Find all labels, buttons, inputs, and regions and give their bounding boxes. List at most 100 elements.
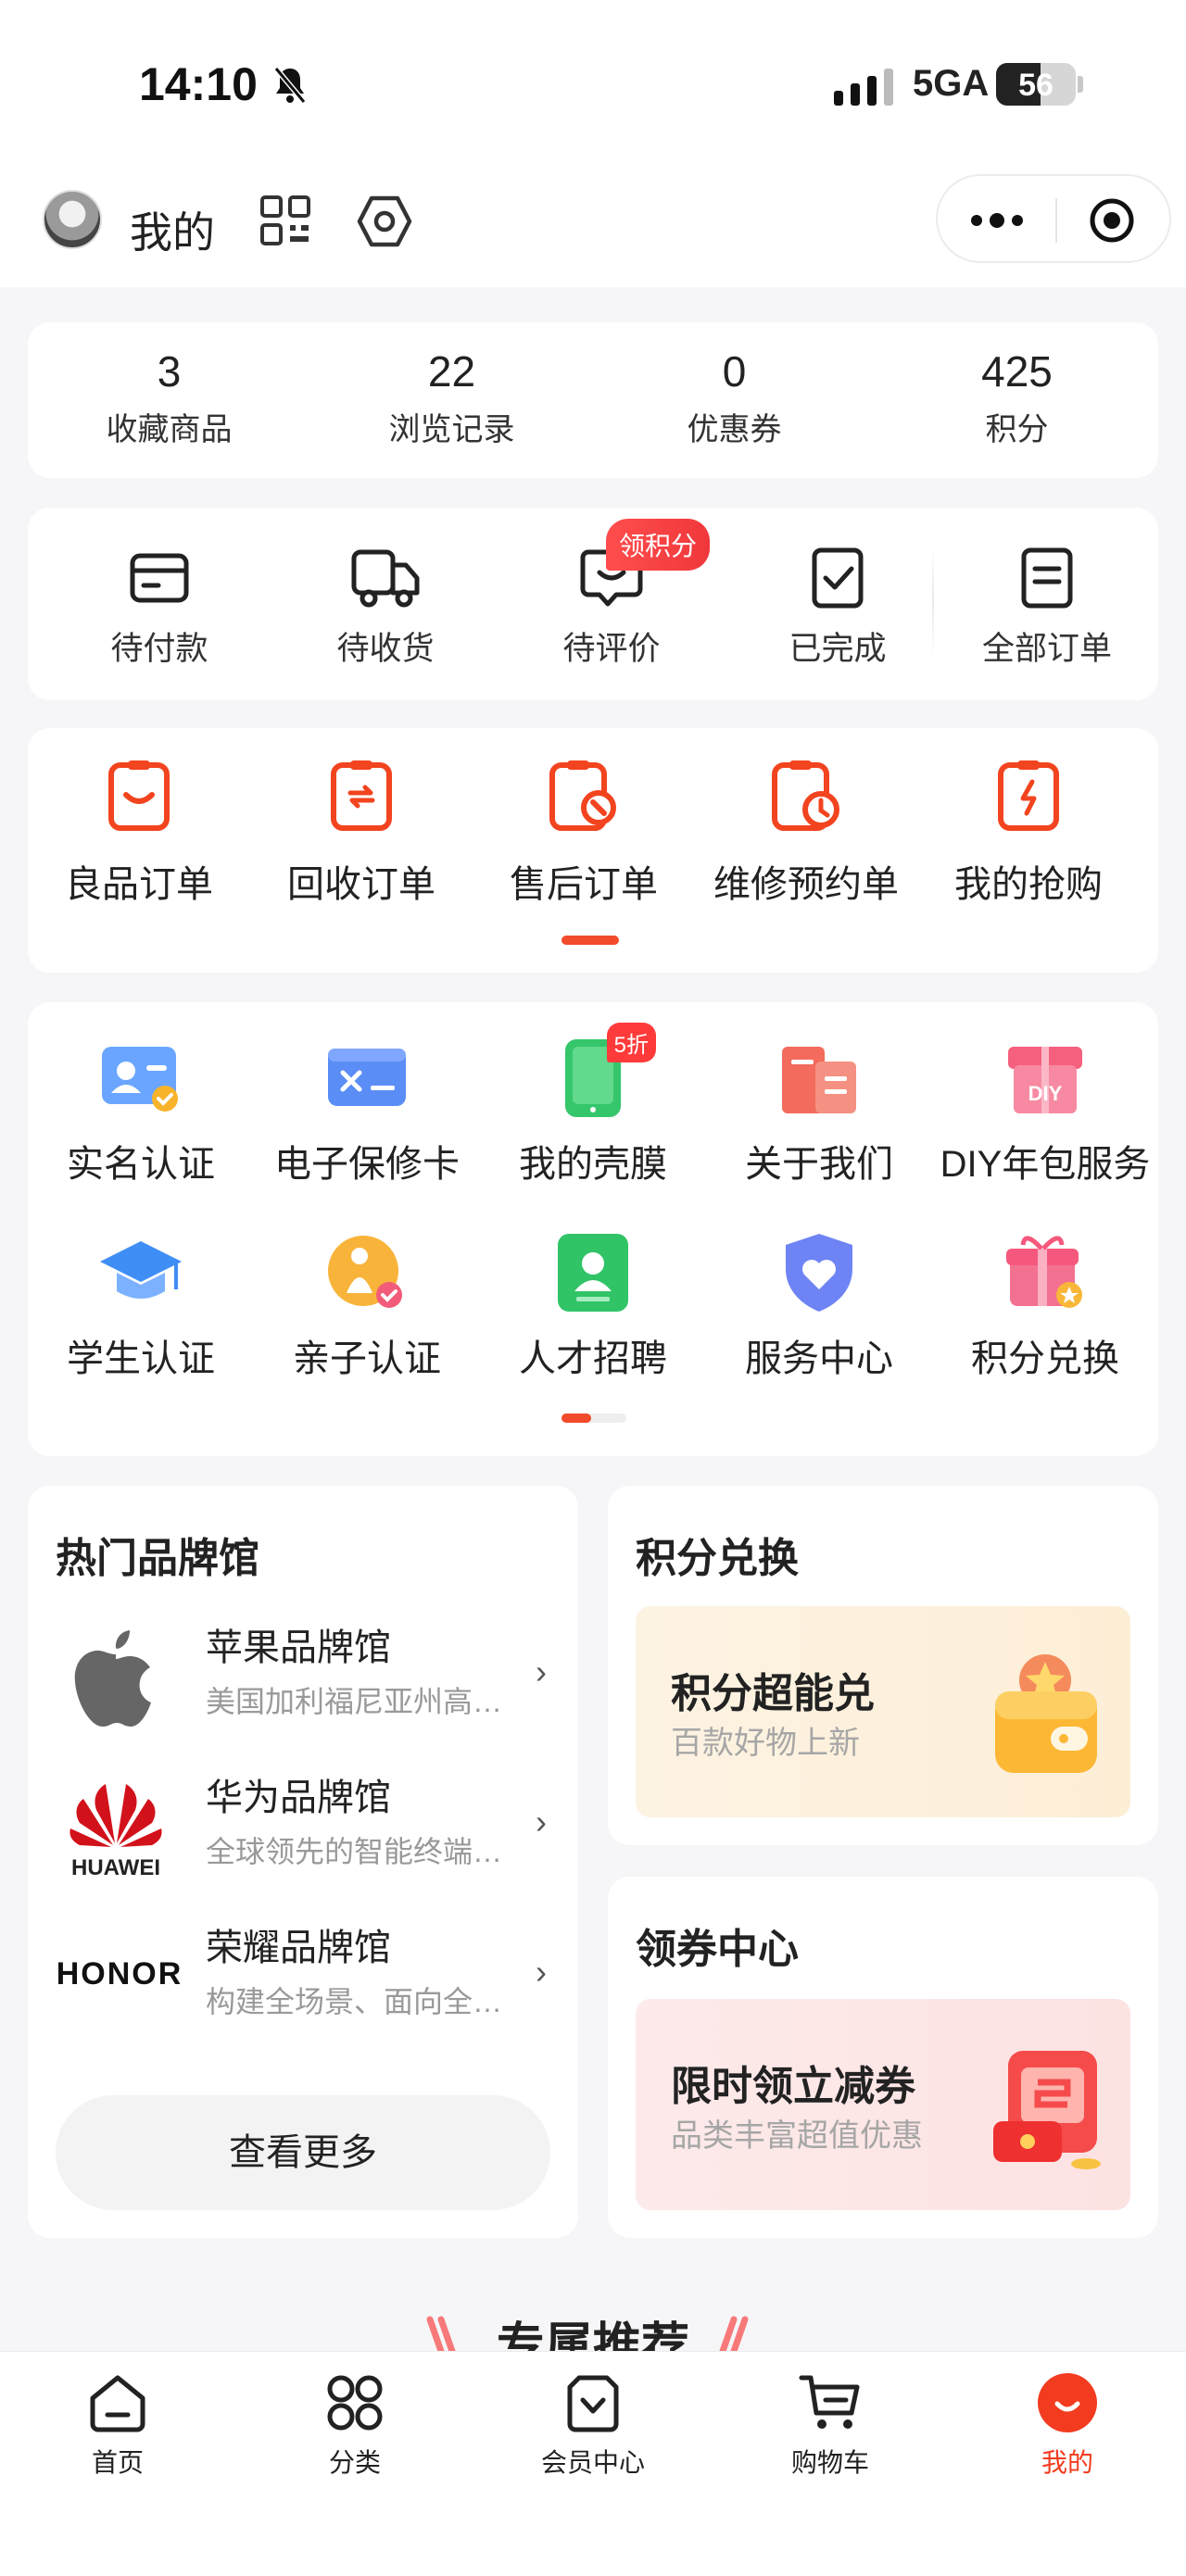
coupon-envelope-icon [993,2051,1101,2169]
service-label: 关于我们 [745,1144,893,1185]
sub-order-quality[interactable]: 良品订单 [28,758,250,908]
brand-huawei[interactable]: HUAWEI 华为品牌馆 全球领先的智能终端提供商 › [28,1756,578,1895]
stat-points[interactable]: 425 积分 [876,322,1158,478]
close-icon[interactable] [1088,196,1136,245]
sub-order-label: 良品订单 [65,864,213,905]
service-recruitment[interactable]: 人才招聘 [480,1228,706,1382]
brand-apple[interactable]: 苹果品牌馆 美国加利福尼亚州高科技公司 › [28,1606,578,1745]
stat-coupons[interactable]: 0 优惠券 [593,322,876,478]
page-indicator [561,1414,626,1423]
page-header: 我的 [0,167,1186,287]
recommend-header: 专属推荐 [0,2260,1186,2373]
stat-value: 22 [427,347,476,396]
battery-level: 56 [1018,68,1054,103]
services-grid: 实名认证 电子保修卡 5折 我的壳膜 关于我们 DIY DIY年包服务 学生认证… [28,1002,1158,1456]
stat-value: 0 [722,347,747,396]
order-pending-delivery[interactable]: 待收货 [293,545,478,670]
signal-icon [834,69,893,106]
status-bar: 14:10 5GA 56 [0,0,1186,167]
sub-orders-card: 良品订单 回收订单 售后订单 维修预约单 我的抢购 [28,728,1158,973]
bottom-tab-bar: 首页 分类 会员中心 购物车 我的 [0,2351,1186,2576]
battery-indicator: 56 [996,63,1076,106]
chevron-right-icon: › [536,1803,547,1841]
service-label: 服务中心 [745,1338,893,1379]
more-icon[interactable] [967,204,1027,237]
tab-home[interactable]: 首页 [34,2370,201,2480]
order-label: 已完成 [789,631,887,667]
promo-headline: 积分超能兑 [671,1671,875,1716]
page-title: 我的 [130,208,215,257]
apple-logo [74,1630,151,1727]
service-center[interactable]: 服务中心 [706,1228,932,1382]
earn-points-badge: 领积分 [606,519,711,571]
miniapp-capsule [936,174,1171,263]
order-label: 全部订单 [981,631,1112,667]
section-title: 领券中心 [636,1927,799,1972]
service-about-us[interactable]: 关于我们 [706,1034,932,1187]
sub-order-repair[interactable]: 维修预约单 [695,758,917,908]
gift-icon [1006,1236,1082,1308]
orders-divider [932,547,934,658]
home-icon [90,2375,145,2432]
tab-label: 我的 [1041,2448,1093,2477]
service-label: 学生认证 [67,1338,215,1379]
orders-list-icon [1021,547,1073,609]
wallet-icon [130,553,189,603]
service-diy-package[interactable]: DIY DIY年包服务 [932,1034,1158,1187]
tab-member-center[interactable]: 会员中心 [510,2370,676,2480]
stat-value: 3 [157,347,182,396]
brand-honor[interactable]: HONOR 荣耀品牌馆 构建全场景、面向全球的智能终端 › [28,1906,578,2045]
after-sales-icon [549,760,616,831]
stat-label: 浏览记录 [388,412,515,447]
coupon-promo-banner[interactable]: 限时领立减券 品类丰富超值优惠 [636,1999,1130,2210]
orders-card: 待付款 待收货 待评价 已完成 全部订单 [28,508,1158,700]
service-label: 积分兑换 [971,1338,1119,1379]
stat-history[interactable]: 22 浏览记录 [310,322,593,478]
section-title: 热门品牌馆 [56,1536,259,1581]
service-real-name[interactable]: 实名认证 [28,1034,254,1187]
sub-order-flash-sale[interactable]: 我的抢购 [917,758,1140,908]
service-label: DIY年包服务 [940,1144,1151,1185]
huawei-logo-text: HUAWEI [71,1855,160,1880]
view-more-button[interactable]: 查看更多 [56,2095,550,2210]
section-title: 积分兑换 [636,1536,799,1581]
mute-bell-icon [273,67,307,104]
check-clipboard-icon [812,547,864,609]
brand-name: 苹果品牌馆 [206,1627,391,1668]
diy-box-icon: DIY [1008,1047,1082,1113]
tab-profile[interactable]: 我的 [984,2370,1151,2480]
sub-order-label: 售后订单 [510,864,658,905]
qr-code-icon[interactable] [259,195,311,246]
page-indicator-active [561,1414,591,1423]
hot-brands-card: 热门品牌馆 苹果品牌馆 美国加利福尼亚州高科技公司 › HUAWEI 华为品牌馆… [28,1486,578,2238]
stat-favorites[interactable]: 3 收藏商品 [28,322,310,478]
service-warranty-card[interactable]: 电子保修卡 [254,1034,480,1187]
promo-headline: 限时领立减券 [671,2064,915,2109]
tab-cart[interactable]: 购物车 [747,2370,914,2480]
avatar[interactable] [43,190,102,249]
points-promo-banner[interactable]: 积分超能兑 百款好物上新 [636,1606,1130,1817]
stat-label: 积分 [985,412,1049,447]
service-phone-case[interactable]: 5折 我的壳膜 [480,1023,706,1187]
settings-icon[interactable] [357,195,412,248]
quality-order-icon [108,760,170,831]
order-completed[interactable]: 已完成 [745,545,930,670]
order-all[interactable]: 全部订单 [954,545,1140,670]
tab-category[interactable]: 分类 [271,2370,438,2480]
service-parent-child[interactable]: 亲子认证 [254,1228,480,1382]
sub-order-after-sales[interactable]: 售后订单 [473,758,695,908]
service-points-exchange[interactable]: 积分兑换 [932,1228,1158,1382]
graduation-cap-icon [100,1241,182,1299]
tab-label: 分类 [328,2448,381,2477]
order-pending-payment[interactable]: 待付款 [67,545,252,670]
chevron-right-icon: › [536,1652,547,1690]
sub-order-recycle[interactable]: 回收订单 [250,758,473,908]
service-label: 人才招聘 [519,1338,667,1379]
service-label: 实名认证 [67,1144,215,1185]
tab-label: 购物车 [790,2448,869,2477]
service-student[interactable]: 学生认证 [28,1228,254,1382]
sub-order-label: 回收订单 [287,864,435,905]
category-icon [327,2375,383,2431]
discount-badge: 5折 [606,1023,656,1062]
stat-value: 425 [981,347,1053,396]
